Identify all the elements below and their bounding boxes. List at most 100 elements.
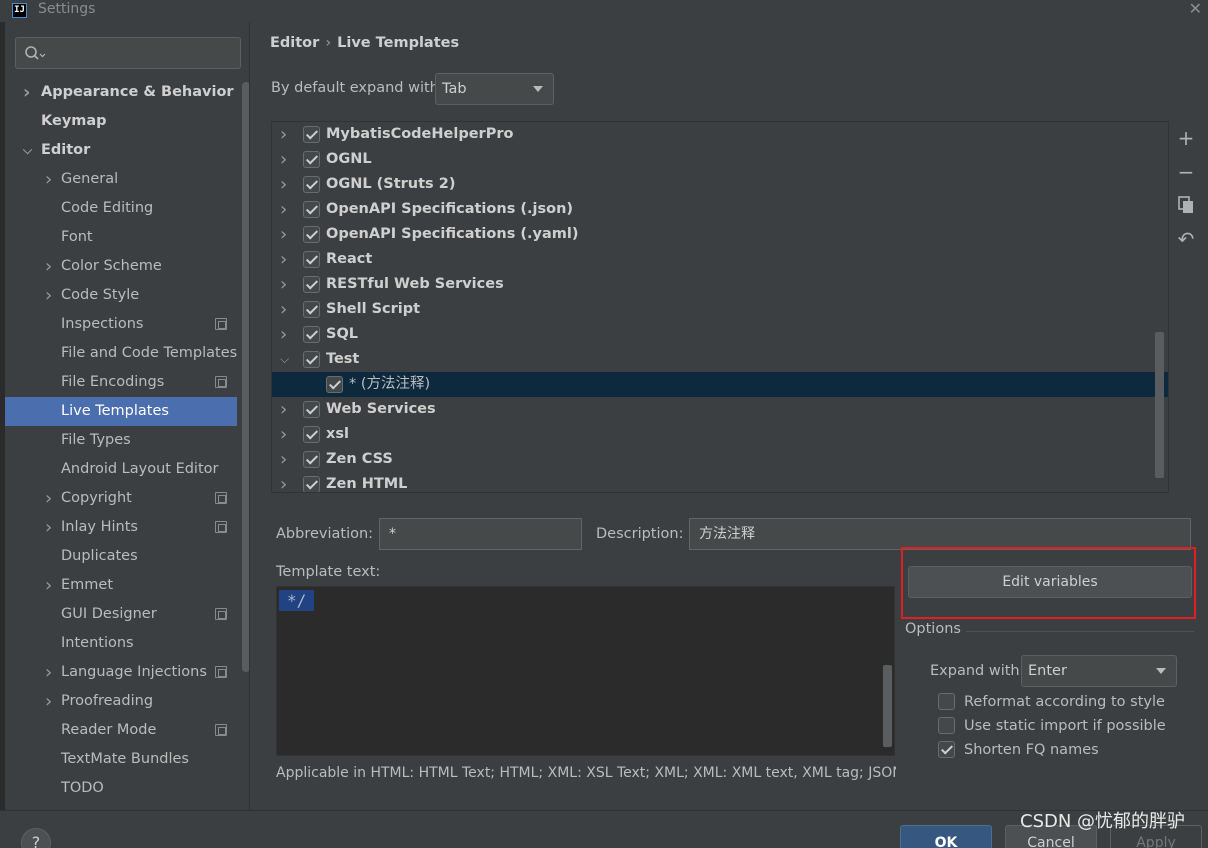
sidebar-item[interactable]: Android Layout Editor	[5, 455, 237, 484]
chevron-right-icon[interactable]: ›	[45, 658, 57, 687]
chevron-right-icon[interactable]: ›	[280, 397, 287, 422]
chevron-right-icon[interactable]: ›	[45, 484, 57, 513]
template-group-row[interactable]: › OpenAPI Specifications (.yaml)	[272, 222, 1168, 247]
options-expand-dropdown[interactable]: Enter	[1021, 655, 1177, 687]
chevron-right-icon[interactable]: ›	[280, 222, 287, 247]
abbreviation-field[interactable]: *	[379, 518, 582, 550]
chevron-right-icon[interactable]: ›	[45, 165, 57, 194]
help-button[interactable]: ?	[21, 828, 51, 848]
sidebar-item[interactable]: Code Editing	[5, 194, 237, 223]
sidebar-item[interactable]: › Appearance & Behavior	[5, 78, 237, 107]
sidebar-item[interactable]: › Inlay Hints	[5, 513, 237, 542]
chevron-right-icon[interactable]: ›	[45, 252, 57, 281]
applicable-contexts[interactable]: Applicable in HTML: HTML Text; HTML; XML…	[276, 765, 896, 781]
template-group-row[interactable]: › SQL	[272, 322, 1168, 347]
sidebar-item[interactable]: Live Templates	[5, 397, 237, 426]
chevron-right-icon[interactable]: ›	[280, 297, 287, 322]
template-group-row[interactable]: › Shell Script	[272, 297, 1168, 322]
sidebar-item[interactable]: Font	[5, 223, 237, 252]
template-checkbox[interactable]	[303, 176, 320, 193]
chevron-right-icon[interactable]: ›	[280, 172, 287, 197]
template-checkbox[interactable]	[303, 226, 320, 243]
chevron-right-icon[interactable]: ›	[280, 247, 287, 272]
template-group-row[interactable]: › OGNL (Struts 2)	[272, 172, 1168, 197]
template-text-editor[interactable]: */	[276, 586, 895, 756]
template-checkbox[interactable]	[326, 376, 343, 393]
sidebar-item[interactable]: Duplicates	[5, 542, 237, 571]
template-item[interactable]: * (方法注释)	[272, 372, 1168, 397]
template-group-row[interactable]: › xsl	[272, 422, 1168, 447]
chevron-right-icon[interactable]: ›	[45, 513, 57, 542]
template-checkbox[interactable]	[303, 351, 320, 368]
chevron-right-icon[interactable]: ›	[280, 197, 287, 222]
static-import-checkbox[interactable]	[938, 717, 955, 734]
chevron-right-icon[interactable]: ›	[23, 78, 35, 107]
chevron-right-icon[interactable]: ›	[280, 147, 287, 172]
revert-icon[interactable]: ↶	[1173, 226, 1199, 252]
template-group-row[interactable]: › Zen HTML	[272, 472, 1168, 492]
sidebar-item[interactable]: GUI Designer	[5, 600, 237, 629]
sidebar-item[interactable]: File and Code Templates	[5, 339, 237, 368]
template-group-row[interactable]: › Zen CSS	[272, 447, 1168, 472]
template-group-row[interactable]: › RESTful Web Services	[272, 272, 1168, 297]
search-input[interactable]	[15, 37, 241, 69]
chevron-right-icon[interactable]: ›	[280, 322, 287, 347]
template-checkbox[interactable]	[303, 401, 320, 418]
edit-variables-button[interactable]: Edit variables	[908, 566, 1192, 598]
chevron-right-icon[interactable]: ›	[45, 281, 57, 310]
ok-button[interactable]: OK	[900, 825, 992, 848]
chevron-down-icon[interactable]: ⌵	[23, 136, 35, 165]
copy-icon[interactable]	[1173, 192, 1199, 218]
sidebar-item[interactable]: TODO	[5, 774, 237, 803]
sidebar-item[interactable]: › Emmet	[5, 571, 237, 600]
sidebar-item[interactable]: › Code Style	[5, 281, 237, 310]
sidebar-item[interactable]: Intentions	[5, 629, 237, 658]
description-field[interactable]: 方法注释	[689, 518, 1191, 550]
sidebar-item[interactable]: › Color Scheme	[5, 252, 237, 281]
chevron-right-icon[interactable]: ›	[280, 122, 287, 147]
sidebar-item[interactable]: File Types	[5, 426, 237, 455]
sidebar-scrollbar[interactable]	[242, 82, 249, 672]
reformat-checkbox[interactable]	[938, 693, 955, 710]
chevron-right-icon[interactable]: ›	[280, 472, 287, 492]
sidebar-item[interactable]: ⌵ Editor	[5, 136, 237, 165]
remove-icon[interactable]: −	[1173, 159, 1199, 185]
template-checkbox[interactable]	[303, 126, 320, 143]
sidebar-item[interactable]: Reader Mode	[5, 716, 237, 745]
chevron-right-icon[interactable]: ›	[280, 422, 287, 447]
default-expand-dropdown[interactable]: Tab	[435, 73, 554, 105]
template-checkbox[interactable]	[303, 276, 320, 293]
template-group-row[interactable]: › OpenAPI Specifications (.json)	[272, 197, 1168, 222]
template-group-row[interactable]: › MybatisCodeHelperPro	[272, 122, 1168, 147]
breadcrumb-parent[interactable]: Editor	[270, 35, 319, 51]
template-checkbox[interactable]	[303, 326, 320, 343]
chevron-down-icon[interactable]: ⌵	[280, 347, 289, 372]
template-checkbox[interactable]	[303, 301, 320, 318]
template-groups-list[interactable]: › Zen HTML › Zen CSS › xsl › Web Services * (方法注…	[271, 121, 1169, 493]
template-group-row[interactable]: ⌵ Test	[272, 347, 1168, 372]
sidebar-item[interactable]: Inspections	[5, 310, 237, 339]
template-checkbox[interactable]	[303, 251, 320, 268]
template-checkbox[interactable]	[303, 426, 320, 443]
template-checkbox[interactable]	[303, 151, 320, 168]
sidebar-item[interactable]: Keymap	[5, 107, 237, 136]
template-group-row[interactable]: › OGNL	[272, 147, 1168, 172]
template-group-row[interactable]: › React	[272, 247, 1168, 272]
shorten-fq-checkbox[interactable]	[938, 741, 955, 758]
templates-scrollbar[interactable]	[1155, 332, 1164, 478]
sidebar-item[interactable]: › Proofreading	[5, 687, 237, 716]
add-icon[interactable]: +	[1173, 125, 1199, 151]
chevron-right-icon[interactable]: ›	[45, 571, 57, 600]
chevron-right-icon[interactable]: ›	[280, 447, 287, 472]
chevron-right-icon[interactable]: ›	[280, 272, 287, 297]
template-group-row[interactable]: › Web Services	[272, 397, 1168, 422]
template-checkbox[interactable]	[303, 201, 320, 218]
template-checkbox[interactable]	[303, 476, 320, 492]
sidebar-item[interactable]: › Copyright	[5, 484, 237, 513]
chevron-right-icon[interactable]: ›	[45, 687, 57, 716]
sidebar-item[interactable]: › General	[5, 165, 237, 194]
sidebar-item[interactable]: › Language Injections	[5, 658, 237, 687]
sidebar-item[interactable]: TextMate Bundles	[5, 745, 237, 774]
template-checkbox[interactable]	[303, 451, 320, 468]
editor-scrollbar[interactable]	[883, 665, 892, 747]
